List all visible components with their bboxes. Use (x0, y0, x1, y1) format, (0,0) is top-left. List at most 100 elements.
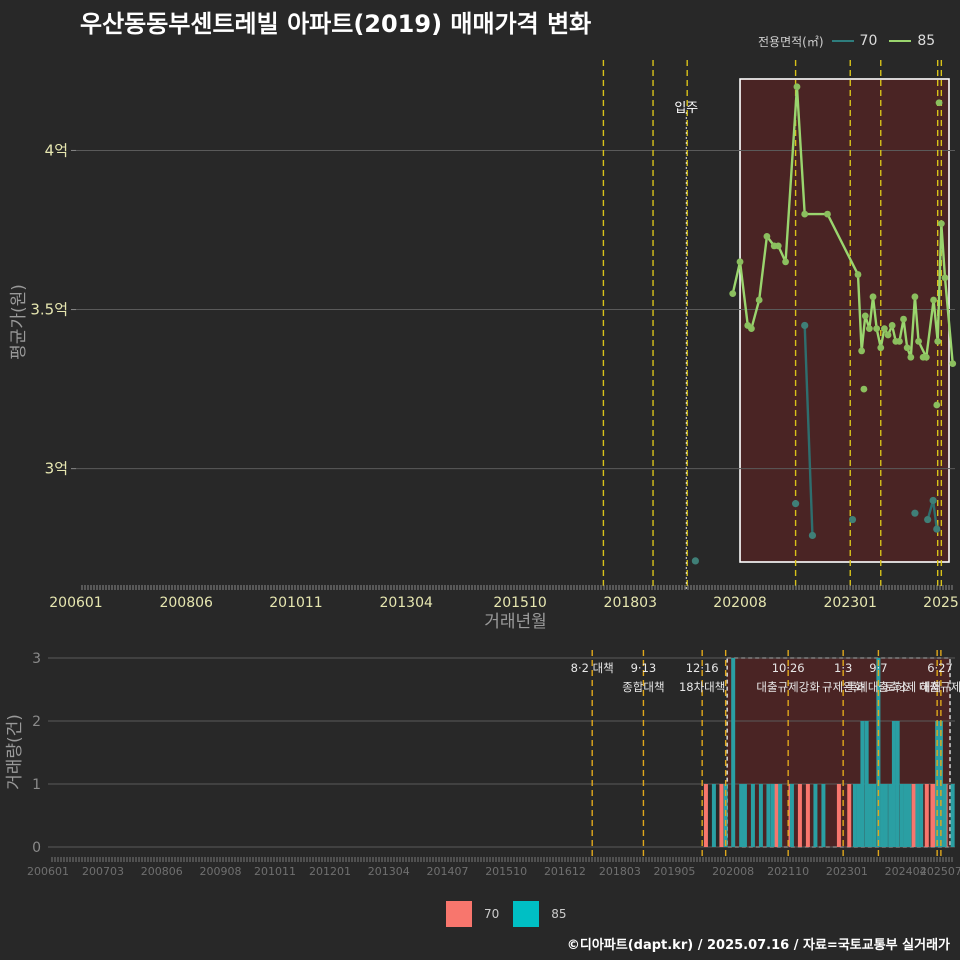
series-85-point (911, 293, 919, 301)
series-85-point (793, 83, 801, 91)
series-85-point (729, 290, 737, 298)
volume-bar-85 (750, 784, 755, 847)
volume-policy-date: 8·2 대책 (571, 661, 614, 675)
volume-x-tick-label: 201304 (368, 865, 410, 878)
series-85-point (854, 271, 862, 278)
volume-bar-85 (739, 784, 744, 847)
series-70-point (791, 500, 800, 508)
footer-credit: ©디아파트(dapt.kr) / 2025.07.16 / 자료=국토교통부 실… (566, 938, 950, 953)
price-movein-label: 입주 (674, 101, 698, 116)
volume-bar-85 (942, 784, 947, 847)
price-x-tick-label: 202301 (824, 595, 877, 611)
volume-bar-70 (797, 784, 802, 847)
volume-bar-85 (856, 784, 861, 847)
volume-bar-70 (924, 784, 929, 847)
series-85-point (755, 296, 763, 304)
series-85-point (873, 325, 881, 333)
series-85-point (903, 344, 911, 352)
series-85-point (888, 322, 896, 329)
volume-x-tick-label: 201803 (599, 865, 641, 878)
legend-key-70 (446, 901, 472, 927)
series-85-point (801, 210, 809, 218)
volume-bar-85 (860, 721, 865, 847)
series-85-point (919, 353, 927, 361)
price-x-tick-label: 201803 (604, 595, 657, 611)
series-85-point (877, 344, 885, 352)
series-70-point (848, 515, 857, 524)
volume-bar-85 (919, 784, 924, 847)
volume-x-tick-label: 202008 (712, 865, 754, 878)
series-85-point (782, 258, 789, 266)
series-85-point (896, 337, 903, 345)
price-y-tick-label: 4억 (45, 141, 68, 159)
price-x-tick-label: 201510 (493, 595, 546, 611)
volume-x-tick-label: 201905 (653, 865, 695, 878)
series-85-point (900, 315, 907, 323)
volume-policy-date: 6·27 (927, 661, 953, 675)
series-85-point (941, 274, 949, 282)
volume-bar-85 (813, 784, 818, 847)
volume-bar-85 (880, 784, 885, 847)
volume-x-tick-label: 201407 (426, 865, 468, 878)
volume-bar-85 (731, 658, 736, 847)
legend-key-name-70: 70 (484, 907, 500, 921)
volume-policy-date: 9·13 (631, 661, 657, 675)
volume-x-tick-label: 202301 (826, 865, 868, 878)
volume-bar-85 (864, 721, 869, 847)
series-85-point (881, 325, 888, 333)
price-y-tick-label: 3억 (45, 460, 68, 478)
series-85-point (858, 347, 866, 355)
volume-bar-85 (899, 784, 904, 847)
volume-y-tick-label: 1 (32, 777, 41, 793)
volume-policy-date: 1·3 (834, 661, 852, 675)
volume-bar-85 (891, 721, 896, 847)
series-70-point (933, 525, 941, 533)
series-85-point (933, 401, 941, 409)
volume-bar-70 (836, 784, 841, 847)
series-85-point (930, 296, 937, 304)
series-70-point (808, 531, 817, 540)
price-x-tick-label: 200601 (49, 595, 102, 611)
volume-bar-85 (872, 784, 877, 847)
volume-bar-85 (868, 784, 873, 847)
price-x-tick-label: 2025 (923, 595, 959, 611)
volume-bar-85 (950, 784, 955, 847)
volume-bar-85 (903, 784, 908, 847)
volume-bar-70 (805, 784, 810, 847)
series-85-point (774, 242, 782, 250)
volume-bar-85 (766, 784, 771, 847)
volume-bar-85 (758, 784, 763, 847)
volume-y-axis-title: 거래량(건) (5, 714, 25, 790)
legend-key-name-85: 85 (551, 907, 567, 921)
price-x-axis-title: 거래년월 (484, 612, 547, 632)
series-70-point (691, 557, 699, 565)
series-85-point (861, 312, 869, 320)
volume-chart: 0 1 2 3 8·2 대책 9·13 종합대책 12·16 18차대책 10·26 대출규제강화 1… (5, 650, 960, 878)
volume-bar-70 (719, 784, 724, 847)
volume-bar-85 (770, 784, 775, 847)
volume-x-tick-label: 200908 (199, 865, 241, 878)
series-85-point (869, 293, 877, 301)
volume-bar-70 (774, 784, 779, 847)
volume-bar-70 (930, 784, 935, 847)
volume-x-tick-label: 201201 (309, 865, 351, 878)
series-85-point (935, 99, 943, 107)
volume-bar-85 (789, 784, 794, 847)
series-85-point (763, 232, 771, 240)
series-85-point (934, 337, 942, 345)
volume-policy-name: 종합대책 (622, 680, 664, 694)
series-85-point (907, 353, 915, 361)
volume-bar-85 (907, 784, 912, 847)
volume-x-tick-label: 200703 (82, 865, 124, 878)
price-x-tick-label: 201304 (379, 595, 433, 611)
volume-x-tick-label: 202110 (767, 865, 809, 878)
price-y-axis-title: 평균가(원) (9, 284, 29, 360)
volume-bar-85 (778, 784, 783, 847)
series-70-point (929, 496, 937, 505)
series-85-point (949, 360, 957, 368)
volume-bar-70 (911, 784, 916, 847)
volume-bar-85 (742, 784, 747, 847)
volume-policy-date: 12·16 (686, 661, 719, 675)
volume-x-tick-label: 201612 (544, 865, 586, 878)
volume-bar-85 (895, 721, 900, 847)
